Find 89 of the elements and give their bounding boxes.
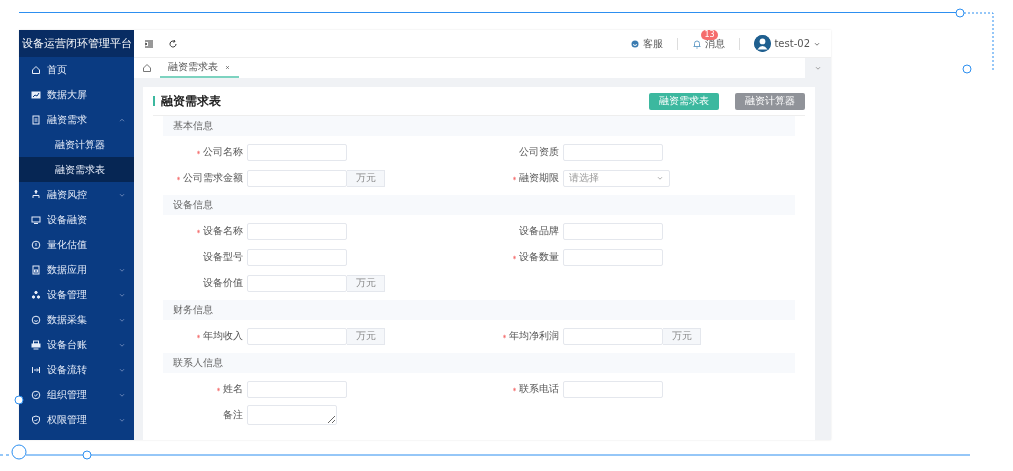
message-count-badge: 13 (701, 29, 718, 40)
required-icon (502, 333, 507, 339)
required-icon (176, 175, 181, 181)
required-icon (512, 175, 517, 181)
close-icon (224, 63, 231, 71)
text-field[interactable] (247, 143, 347, 161)
printer-icon (31, 339, 41, 350)
required-icon (196, 228, 201, 234)
field-label: 年均净利润 (509, 329, 559, 343)
sidebar-item[interactable]: 组织管理 (19, 382, 134, 407)
chevron-down-icon (814, 64, 822, 72)
sidebar-item[interactable]: 量化估值 (19, 232, 134, 257)
section-header: 财务信息 (163, 300, 795, 320)
arrows-icon (31, 364, 41, 375)
required-icon (512, 386, 517, 392)
field-label: 联系电话 (519, 382, 559, 396)
field-label: 设备名称 (203, 224, 243, 238)
section-header: 设备信息 (163, 195, 795, 215)
field-label: 设备价值 (203, 276, 243, 290)
page-title: 融资需求表 (161, 92, 222, 110)
text-field[interactable] (247, 380, 347, 398)
home-icon (142, 63, 152, 73)
unit-label: 万元 (347, 274, 385, 292)
sidebar-item[interactable]: 权限管理 (19, 407, 134, 432)
decorative-ring-icon (955, 8, 965, 18)
sidebar-item[interactable]: 设备融资 (19, 207, 134, 232)
unit-label: 万元 (347, 327, 385, 345)
text-field[interactable] (563, 248, 663, 266)
sidebar-item[interactable]: 设备流转 (19, 357, 134, 382)
decorative-ring-icon (82, 450, 92, 460)
unit-label: 万元 (347, 169, 385, 187)
document-icon (31, 264, 41, 275)
sidebar-item[interactable]: 融资需求 (19, 107, 134, 132)
amount-field[interactable] (247, 169, 347, 187)
text-field[interactable] (247, 248, 347, 266)
sidebar-item[interactable]: 设备管理 (19, 282, 134, 307)
required-icon (216, 386, 221, 392)
user-name[interactable]: test-02 (774, 38, 810, 49)
screen-icon (31, 89, 41, 100)
app-title: 设备运营闭环管理平台 (19, 30, 134, 57)
required-icon (196, 333, 201, 339)
bell-icon (692, 38, 703, 49)
tabs-menu-button[interactable] (805, 58, 831, 78)
chevron-down-icon (656, 174, 664, 182)
remark-field[interactable] (247, 405, 337, 425)
amount-field[interactable] (563, 327, 663, 345)
text-field[interactable] (563, 143, 663, 161)
decorative-ring-icon (11, 444, 27, 460)
avatar-icon[interactable] (754, 35, 772, 52)
required-icon (512, 254, 517, 260)
field-label: 公司名称 (203, 145, 243, 159)
document-icon (31, 114, 41, 125)
field-label: 设备数量 (519, 250, 559, 264)
sidebar-item[interactable]: 设备台账 (19, 332, 134, 357)
field-label: 公司需求金额 (183, 171, 243, 185)
check-circle-icon (31, 389, 41, 400)
text-field[interactable] (563, 380, 663, 398)
home-icon (31, 64, 41, 75)
sidebar-item[interactable]: 融资风控 (19, 182, 134, 207)
field-label: 融资期限 (519, 171, 559, 185)
amount-field[interactable] (247, 327, 347, 345)
unit-label: 万元 (663, 327, 701, 345)
section-header: 联系人信息 (163, 353, 795, 373)
sidebar-item[interactable]: 数据应用 (19, 257, 134, 282)
page-tab[interactable]: 融资需求表 (160, 58, 239, 78)
field-label: 设备品牌 (519, 224, 559, 238)
sidebar-item[interactable]: 首页 (19, 57, 134, 82)
section-header: 基本信息 (163, 116, 795, 136)
required-icon (196, 149, 201, 155)
sidebar-item[interactable]: 数据大屏 (19, 82, 134, 107)
sidebar-subitem[interactable]: 融资计算器 (19, 132, 134, 157)
sidebar-item[interactable]: 数据采集 (19, 307, 134, 332)
field-label: 公司资质 (519, 145, 559, 159)
field-label: 备注 (223, 408, 243, 422)
smiley-icon (31, 314, 41, 325)
field-label: 姓名 (223, 382, 243, 396)
service-link[interactable]: 客服 (643, 36, 664, 51)
dashed-line (963, 12, 994, 71)
sidebar-subitem[interactable]: 融资需求表 (19, 157, 134, 182)
decorative-ring-icon (962, 64, 972, 74)
info-icon (31, 239, 41, 250)
text-field[interactable] (563, 222, 663, 240)
amount-field[interactable] (247, 274, 347, 292)
shield-icon (31, 414, 41, 425)
decorative-ring-icon (14, 395, 24, 405)
monitor-icon (31, 214, 41, 225)
field-label: 年均收入 (203, 329, 243, 343)
field-label: 设备型号 (203, 250, 243, 264)
text-field[interactable] (247, 222, 347, 240)
